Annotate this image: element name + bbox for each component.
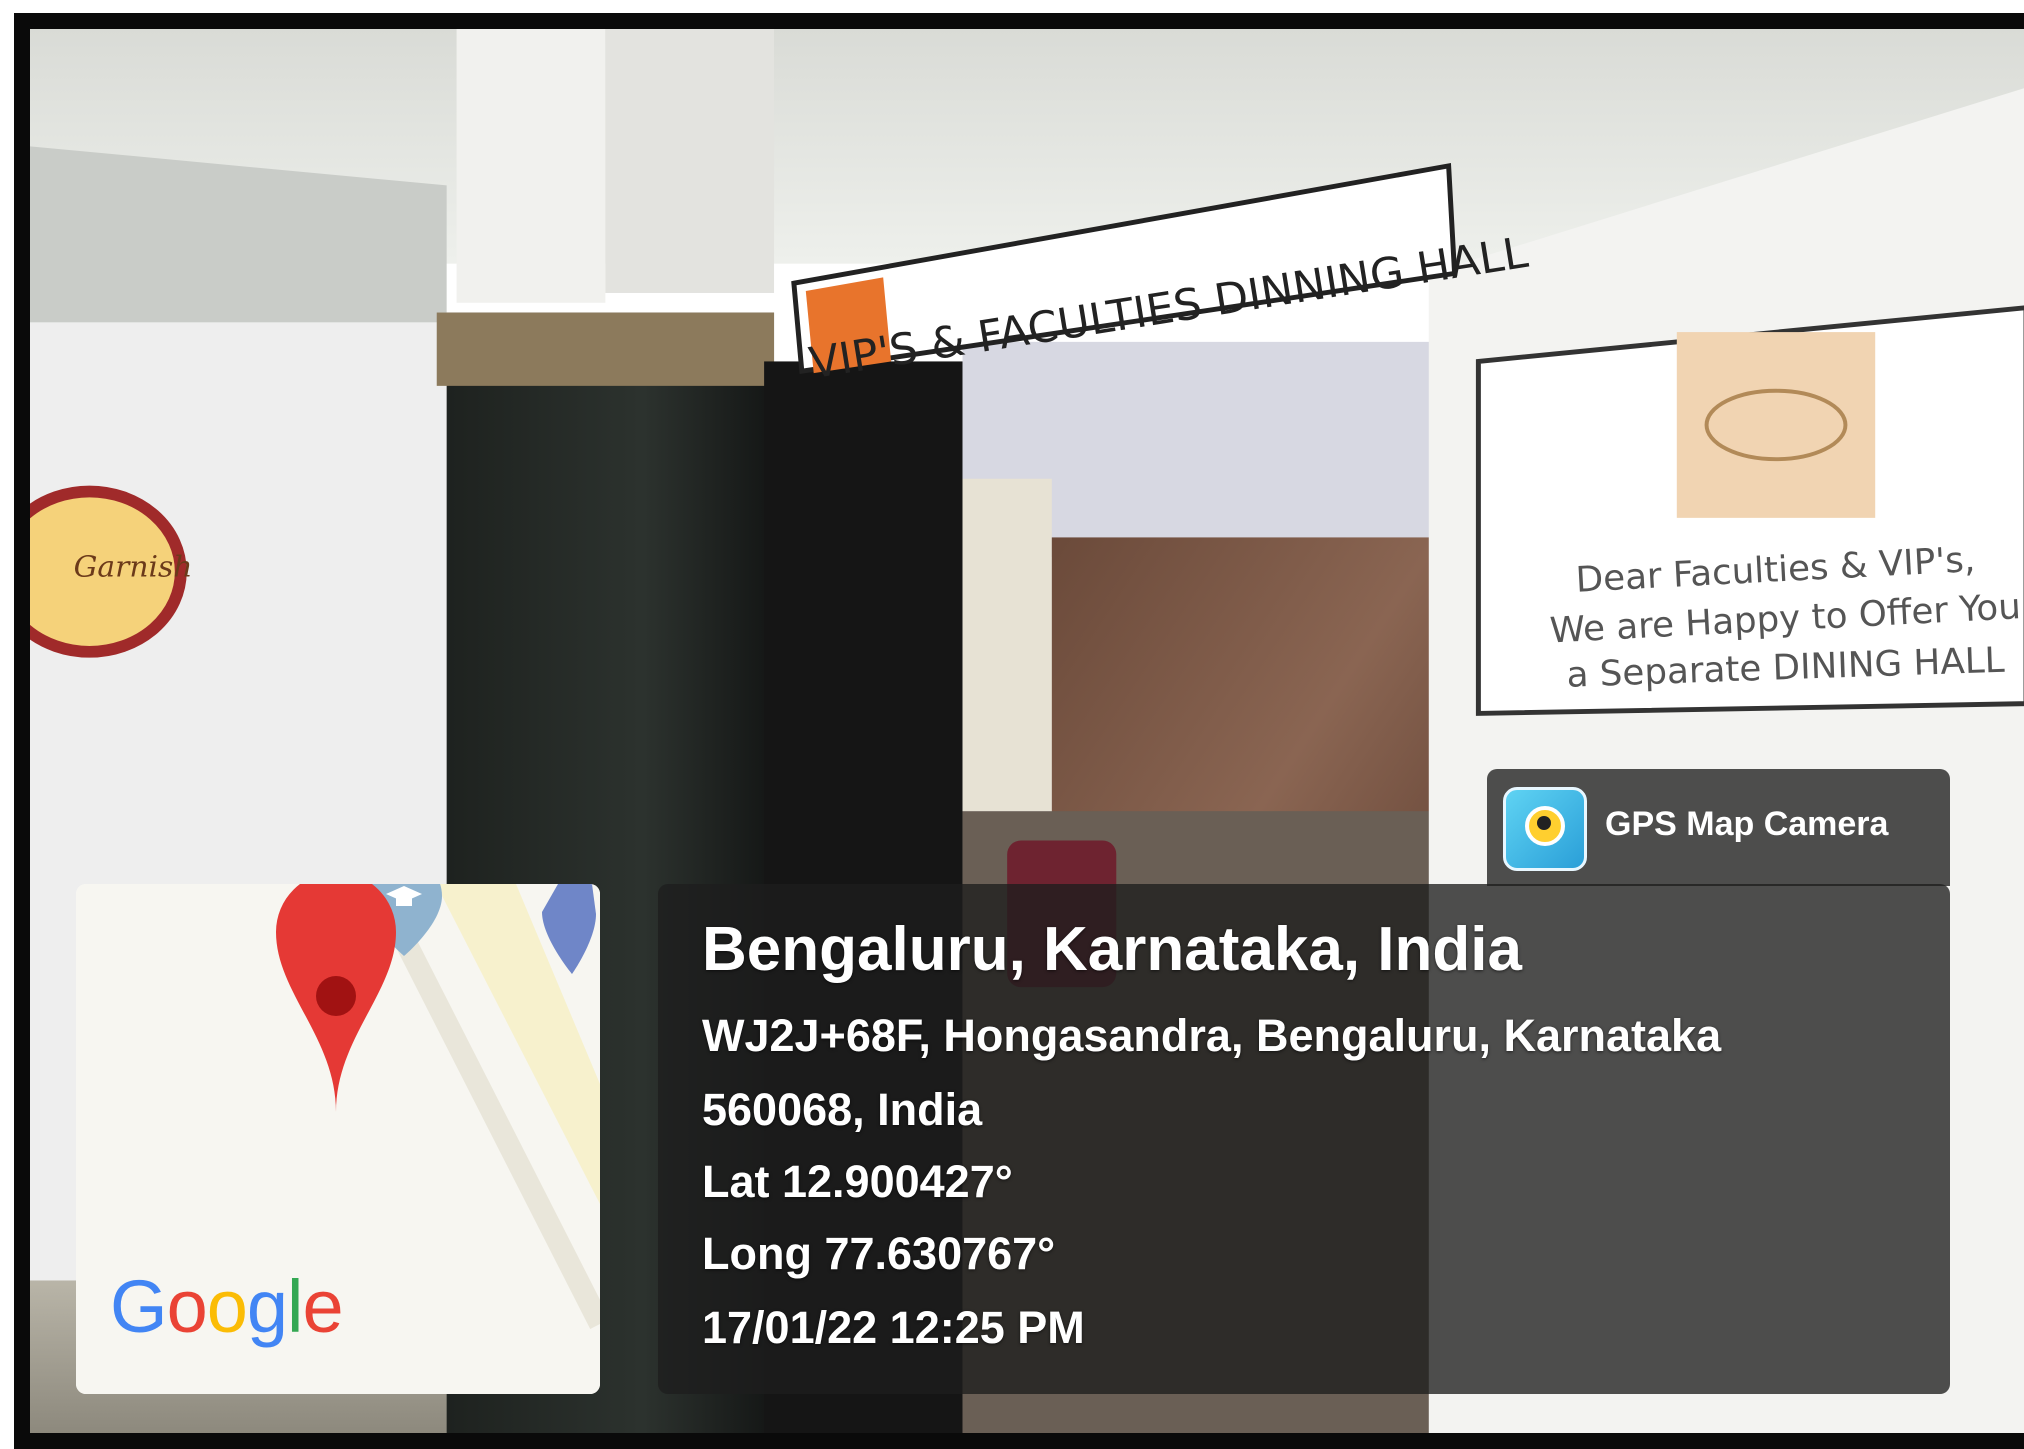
google-letter: e: [302, 1265, 343, 1348]
gps-map-camera-badge: GPS Map Camera: [1487, 769, 1950, 886]
address-line-1: WJ2J+68F, Hongasandra, Bengaluru, Karnat…: [702, 1010, 1722, 1061]
google-letter: o: [206, 1265, 248, 1348]
latitude-value: Lat 12.900427°: [702, 1156, 1013, 1207]
google-letter: g: [246, 1265, 288, 1348]
address-line-2: 560068, India: [702, 1084, 983, 1135]
wall-logo-text: Garnish: [74, 550, 193, 584]
map-thumbnail: Google: [76, 884, 600, 1394]
google-letter: o: [166, 1265, 208, 1348]
google-attribution: Google: [110, 1264, 344, 1349]
location-info-panel: Bengaluru, Karnataka, India WJ2J+68F, Ho…: [658, 884, 1950, 1394]
timestamp: 17/01/22 12:25 PM: [702, 1302, 1085, 1353]
longitude-value: Long 77.630767°: [702, 1228, 1056, 1279]
google-letter: l: [287, 1265, 303, 1348]
google-letter: G: [110, 1265, 168, 1348]
app-name: GPS Map Camera: [1605, 805, 1889, 843]
city-title: Bengaluru, Karnataka, India: [702, 915, 1522, 984]
gps-map-camera-icon: [1503, 787, 1587, 871]
